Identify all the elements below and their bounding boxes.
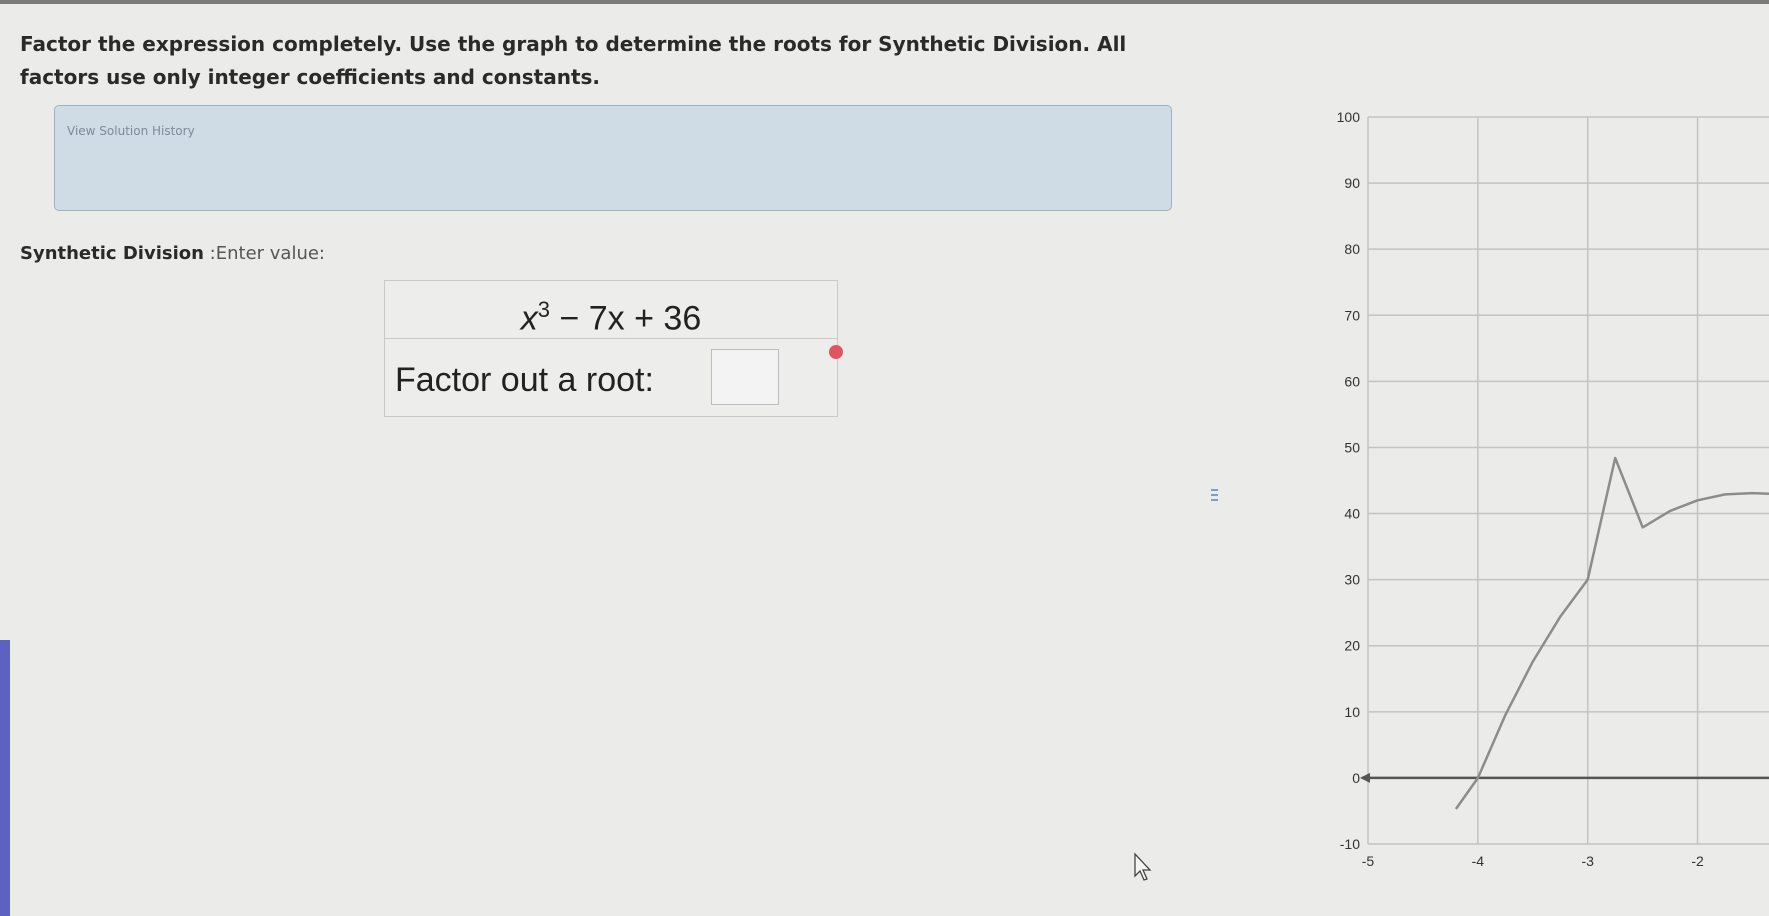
x-tick-label: -2 bbox=[1691, 853, 1704, 869]
x-axis-arrow-icon bbox=[1360, 772, 1370, 783]
y-tick-label: 60 bbox=[1344, 373, 1360, 389]
x-tick-label: -3 bbox=[1581, 853, 1594, 869]
x-tick-label: -4 bbox=[1472, 853, 1485, 869]
y-tick-label: 90 bbox=[1344, 175, 1360, 191]
y-tick-label: 30 bbox=[1344, 572, 1360, 588]
x-tick-label: -5 bbox=[1362, 853, 1375, 869]
y-tick-label: 70 bbox=[1344, 307, 1360, 323]
graph-plot: 1009080706050403020100-10-5-4-3-2-1 bbox=[1337, 109, 1769, 869]
y-tick-label: -10 bbox=[1340, 836, 1360, 852]
y-tick-label: 50 bbox=[1344, 439, 1360, 455]
y-tick-label: 20 bbox=[1344, 638, 1360, 654]
function-curve bbox=[1454, 456, 1769, 810]
y-tick-label: 10 bbox=[1344, 704, 1360, 720]
y-tick-label: 0 bbox=[1352, 770, 1360, 786]
y-tick-label: 40 bbox=[1344, 506, 1360, 522]
y-tick-label: 80 bbox=[1344, 241, 1360, 257]
y-tick-label: 100 bbox=[1337, 109, 1361, 125]
